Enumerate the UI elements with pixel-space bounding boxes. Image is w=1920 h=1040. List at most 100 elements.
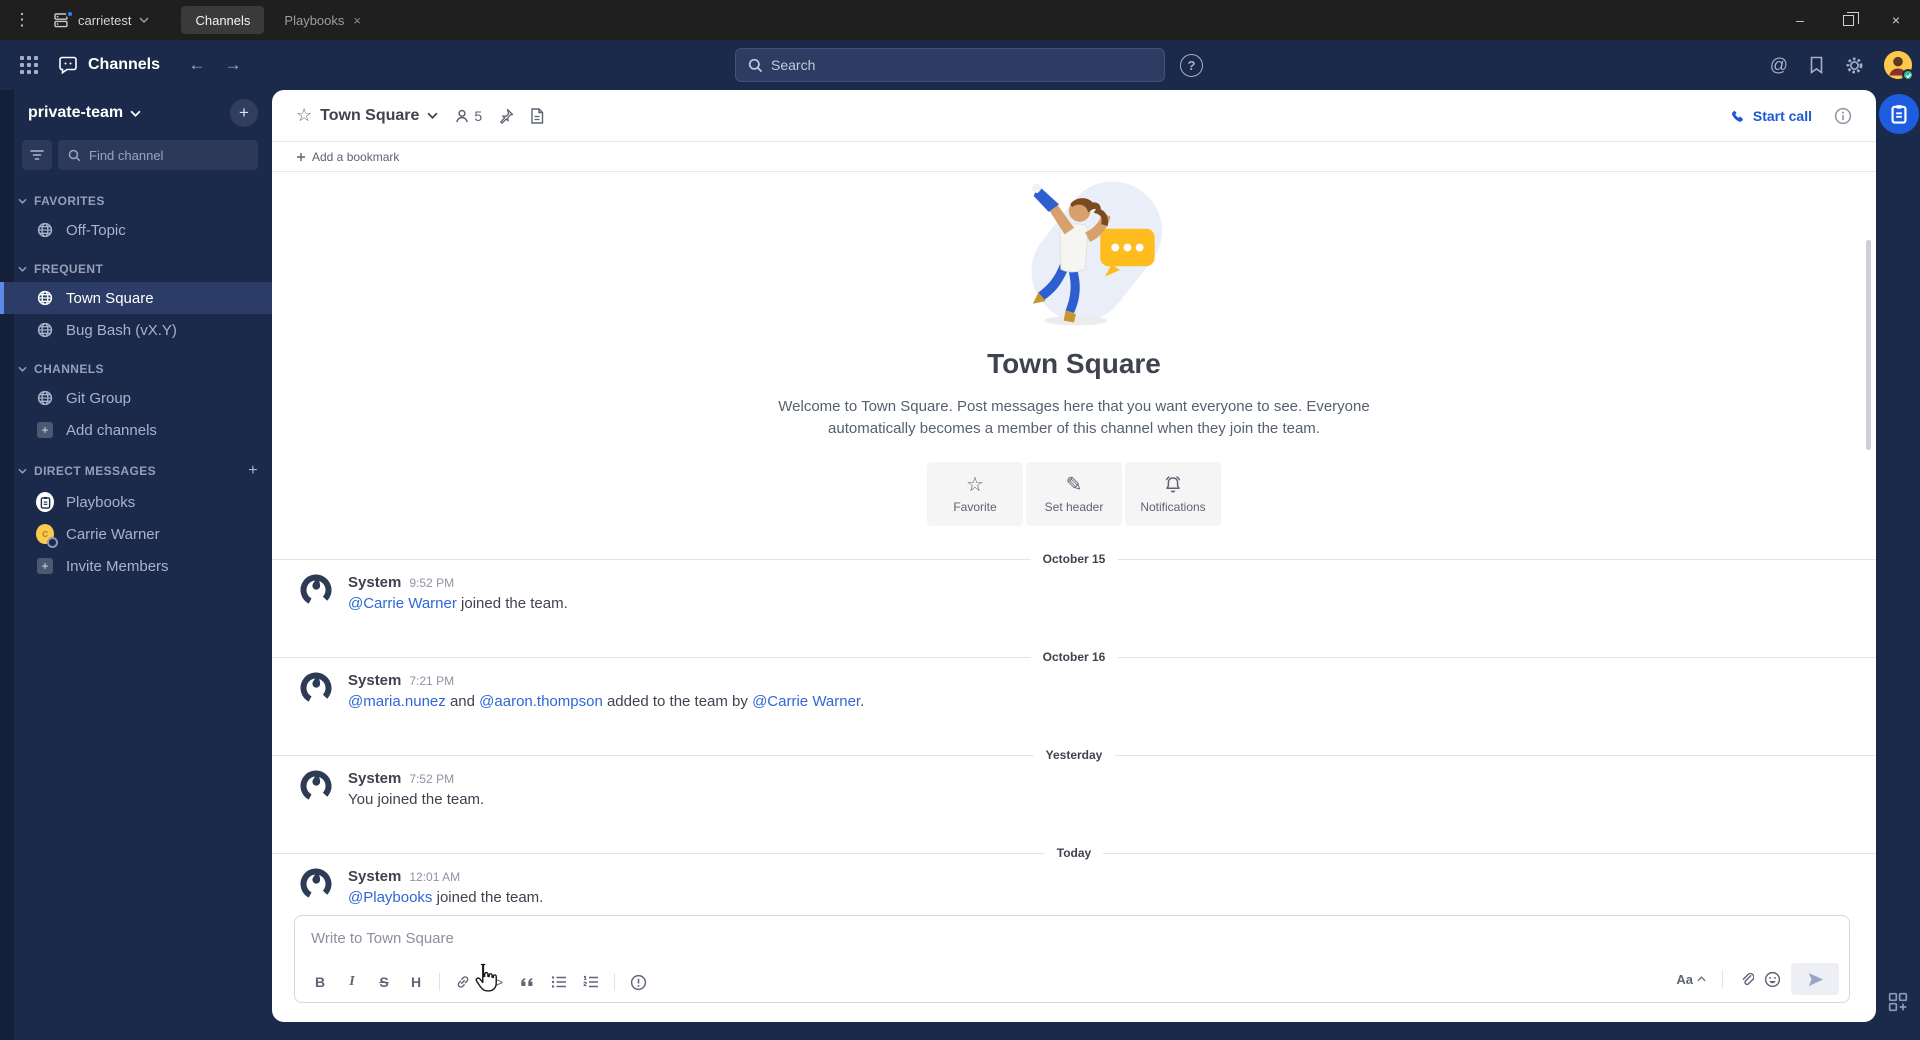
back-button[interactable]: ←: [186, 55, 208, 75]
add-channel-button[interactable]: +: [230, 99, 258, 127]
settings-gear-icon[interactable]: [1845, 56, 1864, 75]
date-divider: Today: [272, 844, 1876, 862]
chevron-down-icon: [18, 468, 27, 474]
message-username[interactable]: System: [348, 770, 401, 787]
member-count-button[interactable]: 5: [454, 108, 482, 124]
server-switcher[interactable]: carrietest: [44, 0, 167, 40]
mention-link[interactable]: @Carrie Warner: [348, 595, 457, 612]
feed-scrollbar[interactable]: [1866, 240, 1871, 450]
star-icon: ☆: [966, 473, 984, 496]
tab-channels-label: Channels: [195, 12, 251, 28]
message-username[interactable]: System: [348, 868, 401, 885]
bulleted-list-button[interactable]: [544, 969, 574, 995]
composer-placeholder: Write to Town Square: [311, 930, 454, 947]
message-username[interactable]: System: [348, 574, 401, 591]
section-favorites[interactable]: FAVORITES: [0, 178, 272, 214]
tab-playbooks-label: Playbooks: [284, 12, 345, 28]
channel-info-button[interactable]: [1834, 107, 1852, 125]
system-avatar: [300, 770, 332, 802]
italic-button[interactable]: I: [337, 969, 367, 995]
help-button[interactable]: ?: [1180, 54, 1203, 77]
search-input[interactable]: Search: [735, 48, 1165, 82]
favorite-label: Favorite: [953, 499, 997, 514]
user-avatar[interactable]: [1884, 51, 1914, 81]
sidebar-item-playbooks-dm[interactable]: Playbooks: [0, 486, 272, 518]
channel-name-menu[interactable]: Town Square: [320, 107, 438, 125]
team-menu[interactable]: private-team: [28, 104, 141, 122]
start-call-button[interactable]: Start call: [1730, 108, 1812, 124]
globe-icon: [36, 322, 54, 338]
team-name-label: private-team: [28, 104, 124, 121]
message-time: 7:21 PM: [409, 674, 455, 688]
sidebar-item-bug-bash[interactable]: Bug Bash (vX.Y): [0, 314, 272, 346]
mention-link[interactable]: @maria.nunez: [348, 693, 446, 710]
member-count: 5: [474, 107, 483, 124]
mention-link[interactable]: @Carrie Warner: [752, 693, 860, 710]
emoji-picker-button[interactable]: [1764, 971, 1781, 988]
quote-button[interactable]: [512, 969, 542, 995]
mentions-button[interactable]: @: [1770, 55, 1788, 76]
filter-button[interactable]: [22, 140, 52, 170]
message-username[interactable]: System: [348, 672, 401, 689]
tab-playbooks[interactable]: Playbooks ×: [270, 6, 375, 34]
attach-file-button[interactable]: [1739, 971, 1754, 988]
minimize-button[interactable]: –: [1776, 0, 1824, 40]
sidebar-item-town-square[interactable]: Town Square: [0, 282, 272, 314]
mention-link[interactable]: @aaron.thompson: [479, 693, 603, 710]
playbooks-app-button[interactable]: [1879, 94, 1919, 134]
notifications-button[interactable]: Notifications: [1125, 462, 1221, 526]
chat-bubble-icon: [59, 56, 77, 75]
header-actions: @: [1770, 40, 1914, 90]
forward-button[interactable]: →: [222, 55, 244, 75]
channel-sidebar: private-team + Find channel FAVORITES Of…: [0, 90, 272, 1040]
sidebar-item-carrie-warner[interactable]: c Carrie Warner: [0, 518, 272, 550]
close-tab-icon[interactable]: ×: [353, 13, 361, 28]
product-switcher-icon[interactable]: [12, 56, 46, 74]
favorite-button[interactable]: ☆ Favorite: [927, 462, 1023, 526]
bold-button[interactable]: B: [305, 969, 335, 995]
section-channels[interactable]: CHANNELS: [0, 346, 272, 382]
add-dm-button[interactable]: +: [248, 462, 258, 480]
toggle-formatting-button[interactable]: Aa: [1676, 972, 1706, 987]
chevron-down-icon: [427, 112, 438, 119]
message-time: 9:52 PM: [409, 576, 455, 590]
sidebar-item-invite-members[interactable]: + Invite Members: [0, 550, 272, 582]
sidebar-item-add-channels[interactable]: + Add channels: [0, 414, 272, 446]
mention-link[interactable]: @Playbooks: [348, 889, 432, 906]
intro-line-1: Welcome to Town Square. Post messages he…: [778, 398, 1370, 415]
add-bookmark-bar[interactable]: Add a bookmark: [272, 142, 1876, 172]
tab-channels[interactable]: Channels: [181, 6, 265, 34]
add-bookmark-label: Add a bookmark: [312, 149, 400, 164]
channel-label: Bug Bash (vX.Y): [66, 321, 177, 339]
sidebar-item-git-group[interactable]: Git Group: [0, 382, 272, 414]
notifications-label: Notifications: [1140, 499, 1206, 514]
section-frequent[interactable]: FREQUENT: [0, 246, 272, 282]
channel-label: Git Group: [66, 389, 132, 407]
saved-messages-icon[interactable]: [1808, 56, 1825, 74]
pinned-posts-button[interactable]: [498, 108, 514, 124]
message-composer[interactable]: Write to Town Square B I S H <> Aa: [294, 915, 1850, 1003]
app-menu-icon[interactable]: ⋮: [0, 10, 44, 30]
message-time: 7:52 PM: [409, 772, 455, 786]
message-text: @maria.nunez and @aaron.thompson added t…: [348, 691, 1852, 712]
channel-intro-title: Town Square: [987, 348, 1161, 379]
favorite-star-icon[interactable]: ☆: [296, 105, 312, 126]
strikethrough-button[interactable]: S: [369, 969, 399, 995]
send-message-button[interactable]: [1791, 963, 1839, 995]
find-channel-input[interactable]: Find channel: [58, 140, 258, 170]
channel-files-button[interactable]: [530, 107, 544, 124]
set-header-button[interactable]: ✎ Set header: [1026, 462, 1122, 526]
system-message: System 12:01 AM @Playbooks joined the tea…: [272, 862, 1876, 918]
channel-intro: Town Square Welcome to Town Square. Post…: [272, 172, 1876, 526]
close-button[interactable]: ×: [1872, 0, 1920, 40]
plus-box-icon: +: [36, 422, 54, 438]
heading-button[interactable]: H: [401, 969, 431, 995]
section-direct-messages[interactable]: DIRECT MESSAGES +: [0, 446, 272, 486]
message-text-part: and: [445, 693, 480, 710]
message-priority-button[interactable]: [623, 969, 653, 995]
product-title-label: Channels: [88, 56, 161, 73]
numbered-list-button[interactable]: [576, 969, 606, 995]
add-apps-button[interactable]: [1888, 992, 1908, 1012]
sidebar-item-off-topic[interactable]: Off-Topic: [0, 214, 272, 246]
restore-button[interactable]: [1824, 0, 1872, 40]
